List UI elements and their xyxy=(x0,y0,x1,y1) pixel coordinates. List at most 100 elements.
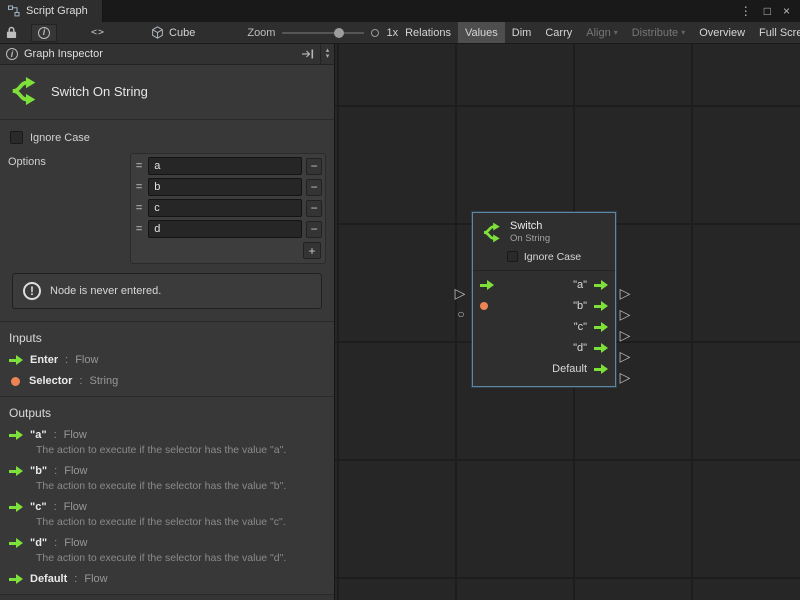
option-input[interactable] xyxy=(148,157,302,175)
flow-output-connector-icon[interactable]: ▷ xyxy=(620,370,631,384)
flow-input-port[interactable] xyxy=(480,280,494,290)
port-label: Default xyxy=(552,363,587,375)
port-name: "a" xyxy=(30,429,47,441)
panel-footer xyxy=(0,594,334,600)
remove-option-button[interactable]: − xyxy=(306,200,322,217)
drag-handle-icon[interactable]: = xyxy=(134,160,144,172)
flow-output-port[interactable] xyxy=(594,301,608,311)
remove-option-button[interactable]: − xyxy=(306,221,322,238)
flow-output-connector-icon[interactable]: ▷ xyxy=(620,286,631,300)
port-name: Enter xyxy=(30,354,58,366)
remove-option-button[interactable]: − xyxy=(306,179,322,196)
remove-option-button[interactable]: − xyxy=(306,158,322,175)
output-port-d: "d" : Flow xyxy=(9,537,325,549)
overview-button[interactable]: Overview xyxy=(692,22,752,43)
port-type: Flow xyxy=(64,429,87,441)
script-graph-icon xyxy=(8,5,20,17)
dim-button[interactable]: Dim xyxy=(505,22,539,43)
port-description: The action to execute if the selector ha… xyxy=(36,516,325,528)
zoom-indicator-icon xyxy=(371,29,379,37)
scroll-down-icon[interactable]: ▾ xyxy=(326,54,330,60)
type-separator: : xyxy=(79,375,82,387)
toolbar-buttons: Relations Values Dim Carry Align ▾ Distr… xyxy=(398,22,800,43)
switch-icon xyxy=(482,222,503,243)
flow-output-connector-icon[interactable]: ▷ xyxy=(620,328,631,342)
inspector-header: i Graph Inspector ▴ ▾ xyxy=(0,44,334,65)
window-maximize-icon[interactable]: □ xyxy=(764,5,771,17)
zoom-slider[interactable] xyxy=(282,26,364,40)
flow-port-icon xyxy=(9,355,23,365)
graph-canvas[interactable]: Switch On String Ignore Case "a" "b" "c" xyxy=(335,44,800,600)
flow-output-connector-icon[interactable]: ▷ xyxy=(620,307,631,321)
flow-port-icon xyxy=(9,502,23,512)
output-port-a: "a" : Flow xyxy=(9,429,325,441)
switch-on-string-node[interactable]: Switch On String Ignore Case "a" "b" "c" xyxy=(472,212,616,387)
ignore-case-row: Ignore Case xyxy=(10,131,326,144)
carry-button[interactable]: Carry xyxy=(538,22,579,43)
dock-panel-button[interactable] xyxy=(295,49,320,59)
value-input-connector-icon[interactable]: ○ xyxy=(457,308,464,320)
node-subtitle: On String xyxy=(510,233,550,244)
port-type: Flow xyxy=(64,501,87,513)
outputs-header: Outputs xyxy=(9,406,325,420)
options-row: Options = − = − = − = xyxy=(8,153,326,264)
switch-icon xyxy=(10,76,40,106)
info-icon: i xyxy=(6,48,18,60)
ignore-case-label: Ignore Case xyxy=(524,251,581,263)
type-separator: : xyxy=(54,501,57,513)
window-menu-icon[interactable]: ⋮ xyxy=(740,5,752,17)
unit-title: Switch On String xyxy=(51,84,148,99)
window-controls: ⋮ □ × xyxy=(740,0,800,22)
flow-output-port[interactable] xyxy=(594,343,608,353)
flow-output-port[interactable] xyxy=(594,322,608,332)
node-ports: "a" "b" "c" "d" Default xyxy=(473,270,615,386)
target-label: Cube xyxy=(169,27,195,39)
option-input[interactable] xyxy=(148,178,302,196)
window-close-icon[interactable]: × xyxy=(783,5,790,17)
flow-input-connector-icon[interactable]: ▷ xyxy=(455,286,466,300)
node-port-row: "d" xyxy=(473,338,615,359)
add-option-button[interactable]: + xyxy=(303,242,321,259)
tab-label: Script Graph xyxy=(26,5,88,17)
ignore-case-checkbox[interactable] xyxy=(507,251,518,262)
graph-inspector-panel: i Graph Inspector ▴ ▾ Switch On String xyxy=(0,44,335,600)
warning-text: Node is never entered. xyxy=(50,285,161,297)
inspector-controls: Ignore Case Options = − = − = − xyxy=(0,120,334,321)
code-view-button[interactable]: <> xyxy=(85,22,111,44)
flow-output-connector-icon[interactable]: ▷ xyxy=(620,349,631,363)
type-separator: : xyxy=(74,573,77,585)
inspector-toggle-button[interactable]: i xyxy=(31,24,57,42)
relations-button[interactable]: Relations xyxy=(398,22,458,43)
drag-handle-icon[interactable]: = xyxy=(134,202,144,214)
zoom-slider-knob[interactable] xyxy=(334,28,344,38)
ignore-case-checkbox[interactable] xyxy=(10,131,23,144)
port-name: "c" xyxy=(30,501,47,513)
drag-handle-icon[interactable]: = xyxy=(134,223,144,235)
chevron-down-icon: ▾ xyxy=(614,28,618,37)
flow-output-port[interactable] xyxy=(594,364,608,374)
selector-input-port[interactable] xyxy=(480,302,488,310)
port-name: "b" xyxy=(30,465,47,477)
node-port-row: "a" xyxy=(473,275,615,296)
option-input[interactable] xyxy=(148,220,302,238)
zoom-slider-track[interactable] xyxy=(282,32,364,34)
port-description: The action to execute if the selector ha… xyxy=(36,444,325,456)
zoom-value: 1x xyxy=(386,27,398,39)
info-glyph: i xyxy=(43,28,46,37)
fullscreen-button[interactable]: Full Screen xyxy=(752,22,800,43)
target-selector[interactable]: Cube xyxy=(151,26,195,39)
option-input[interactable] xyxy=(148,199,302,217)
option-row: = − xyxy=(134,157,322,175)
values-button[interactable]: Values xyxy=(458,22,505,43)
panel-scroll-buttons[interactable]: ▴ ▾ xyxy=(320,44,334,64)
flow-output-port[interactable] xyxy=(594,280,608,290)
distribute-button[interactable]: Distribute ▾ xyxy=(625,22,692,43)
align-button[interactable]: Align ▾ xyxy=(579,22,624,43)
tab-script-graph[interactable]: Script Graph xyxy=(0,0,103,22)
drag-handle-icon[interactable]: = xyxy=(134,181,144,193)
inputs-section: Inputs Enter : Flow Selector : String xyxy=(0,321,334,396)
port-label: "d" xyxy=(573,342,587,354)
port-type: String xyxy=(89,375,118,387)
lock-button[interactable] xyxy=(0,22,23,44)
button-label: Relations xyxy=(405,27,451,39)
